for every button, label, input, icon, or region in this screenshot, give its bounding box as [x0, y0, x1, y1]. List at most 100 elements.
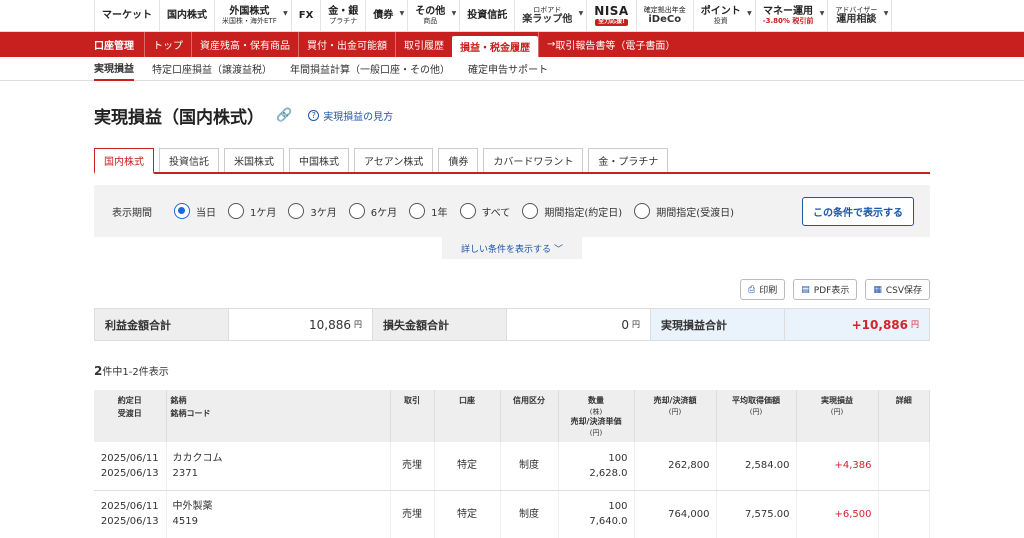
product-tab-1[interactable]: 投資信託	[159, 148, 219, 172]
global-nav-item-10[interactable]: 確定拠出年金 iDeCo	[635, 0, 693, 31]
col-name: 銘柄 銘柄コード	[166, 390, 391, 443]
product-tab-5[interactable]: 債券	[438, 148, 479, 172]
global-nav-item-9[interactable]: NISA 全力応援!	[586, 0, 635, 31]
help-link[interactable]: ? 実現損益の見方	[308, 108, 393, 123]
product-tabs: 国内株式 投資信託 米国株式 中国株式 アセアン株式 債券 カバードワラント 金・プラチナ	[94, 148, 930, 174]
radio-circle[interactable]	[634, 203, 651, 219]
sub-nav: 実現損益 特定口座損益（譲渡益税） 年間損益計算（一般口座・その他） 確定申告サ…	[0, 57, 1024, 81]
trade-date: 2025/06/11	[100, 452, 159, 464]
col-trade: 取引	[390, 390, 435, 443]
global-nav-item-8[interactable]: ロボアド 楽ラップ他	[514, 0, 586, 31]
account-tab-3[interactable]: 取引履歴	[395, 32, 452, 57]
subnav-tax-return[interactable]: 確定申告サポート	[468, 57, 548, 81]
radio-circle[interactable]	[522, 203, 539, 219]
col-account: 口座	[434, 390, 501, 443]
global-nav-item-2[interactable]: 外国株式 米国株・海外ETF	[214, 0, 291, 31]
global-nav-item-7[interactable]: 投資信託	[459, 0, 514, 31]
global-nav-sublabel: プラチナ	[329, 17, 358, 26]
global-nav-item-4[interactable]: 金・銀 プラチナ	[320, 0, 365, 31]
global-nav-label: マーケット	[102, 9, 152, 21]
col-dates: 約定日 受渡日	[94, 390, 167, 443]
radio-circle[interactable]	[174, 203, 190, 219]
period-option-6[interactable]: 期間指定(約定日)	[522, 203, 622, 219]
product-tab-7[interactable]: 金・プラチナ	[588, 148, 669, 172]
product-tab-4[interactable]: アセアン株式	[354, 148, 434, 172]
radio-circle[interactable]	[459, 203, 476, 219]
cell-avg: 2,584.00	[716, 442, 797, 491]
cell-name: カカクコム 2371	[166, 442, 391, 491]
global-nav-label: 確定拠出年金	[643, 5, 686, 14]
csv-button[interactable]: ▦ CSV保存	[865, 279, 930, 300]
product-tab-0[interactable]: 国内株式	[94, 148, 154, 174]
cell-amount: 262,800	[634, 442, 717, 491]
stock-code: 4519	[172, 516, 198, 528]
radio-circle[interactable]	[409, 203, 426, 219]
account-tab-4[interactable]: 損益・税金履歴	[452, 36, 538, 57]
account-tab-2[interactable]: 買付・出金可能額	[298, 32, 395, 57]
period-option-4[interactable]: 1年	[409, 203, 448, 219]
show-more-conditions[interactable]: 詳しい条件を表示する ﹀	[442, 237, 582, 259]
csv-icon: ▦	[873, 284, 882, 295]
global-nav-item-6[interactable]: その他 商品	[407, 0, 459, 31]
col-detail: 詳細	[878, 390, 930, 443]
period-option-2[interactable]: 3ケ月	[288, 203, 337, 219]
global-nav-item-0[interactable]: マーケット	[94, 0, 159, 31]
cell-margin: 制度	[500, 490, 559, 538]
radio-circle[interactable]	[288, 203, 305, 219]
stock-name[interactable]: カカクコム	[173, 453, 223, 464]
global-nav-label: 外国株式	[229, 5, 270, 17]
account-tab-5[interactable]: 取引報告書等（電子書面）	[538, 32, 683, 57]
chevron-down-icon: ﹀	[553, 244, 563, 255]
apply-filter-button[interactable]: この条件で表示する	[802, 197, 914, 226]
radio-circle[interactable]	[228, 203, 244, 219]
summary-bar: 利益金額合計 10,886 円 損失金額合計 0円 実現損益合計 +10,886 円	[94, 308, 930, 341]
table-row: 2025/06/11 2025/06/13 中外製薬 4519 売埋 特定 制度 100 7,6…	[94, 490, 930, 538]
product-tab-2[interactable]: 米国株式	[224, 148, 284, 172]
period-option-5[interactable]: すべて	[459, 203, 510, 219]
question-icon: ?	[308, 110, 320, 121]
global-nav-item-12[interactable]: マネー運用 -3.80% 税引前	[754, 0, 828, 31]
print-button[interactable]: ⎙ 印刷	[740, 279, 786, 300]
global-nav: マーケット国内株式外国株式米国株・海外ETF FX 金・銀プラチナ債券その他商品投資…	[0, 0, 1024, 32]
trade-date: 2025/06/11	[100, 500, 159, 512]
period-option-1[interactable]: 1ケ月	[228, 203, 276, 219]
nisa-badge: 全力応援!	[595, 18, 628, 26]
product-tab-6[interactable]: カバードワラント	[483, 148, 584, 172]
cell-amount: 764,000	[634, 490, 717, 538]
period-option-7[interactable]: 期間指定(受渡日)	[634, 203, 734, 219]
subnav-annual[interactable]: 年間損益計算（一般口座・その他）	[290, 57, 450, 81]
global-nav-item-11[interactable]: ポイント 投資	[692, 0, 755, 31]
account-tab-0[interactable]: トップ	[144, 32, 191, 57]
cell-qty: 100 2,628.0	[558, 442, 635, 491]
global-nav-item-13[interactable]: アドバイザー 運用相談	[827, 0, 893, 31]
period-option-0[interactable]: 当日	[174, 203, 216, 219]
subnav-tokutei[interactable]: 特定口座損益（譲渡益税）	[152, 57, 272, 81]
pdf-icon: ▤	[801, 284, 810, 295]
loss-total-label: 損失金額合計	[373, 309, 507, 340]
pdf-button[interactable]: ▤ PDF表示	[793, 279, 858, 300]
radio-circle[interactable]	[348, 203, 365, 219]
global-nav-item-5[interactable]: 債券	[365, 0, 407, 31]
account-bar-title: 口座管理	[94, 41, 134, 52]
cell-qty: 100 7,640.0	[558, 490, 635, 538]
stock-code: 2371	[172, 468, 198, 480]
period-option-label: 6ケ月	[370, 207, 398, 219]
period-option-label: 期間指定(受渡日)	[656, 207, 735, 219]
global-nav-item-3[interactable]: FX	[290, 0, 321, 31]
product-tab-3[interactable]: 中国株式	[289, 148, 349, 172]
price: 7,640.0	[589, 516, 628, 528]
subnav-realized[interactable]: 実現損益	[94, 57, 134, 81]
qty: 100	[608, 452, 628, 464]
global-nav-item-1[interactable]: 国内株式	[159, 0, 214, 31]
global-nav-sublabel: 運用相談	[836, 13, 877, 25]
paperclip-icon[interactable]: 🔗	[276, 108, 292, 123]
account-tab-1[interactable]: 資産残高・保有商品	[191, 32, 298, 57]
cell-margin: 制度	[500, 442, 559, 491]
qty: 100	[608, 500, 628, 512]
stock-name[interactable]: 中外製薬	[173, 501, 213, 512]
global-nav-label: FX	[298, 9, 314, 21]
period-option-3[interactable]: 6ケ月	[348, 203, 398, 219]
price: 2,628.0	[589, 468, 628, 480]
cell-account: 特定	[434, 490, 501, 538]
global-nav-sublabel: 楽ラップ他	[522, 13, 573, 25]
